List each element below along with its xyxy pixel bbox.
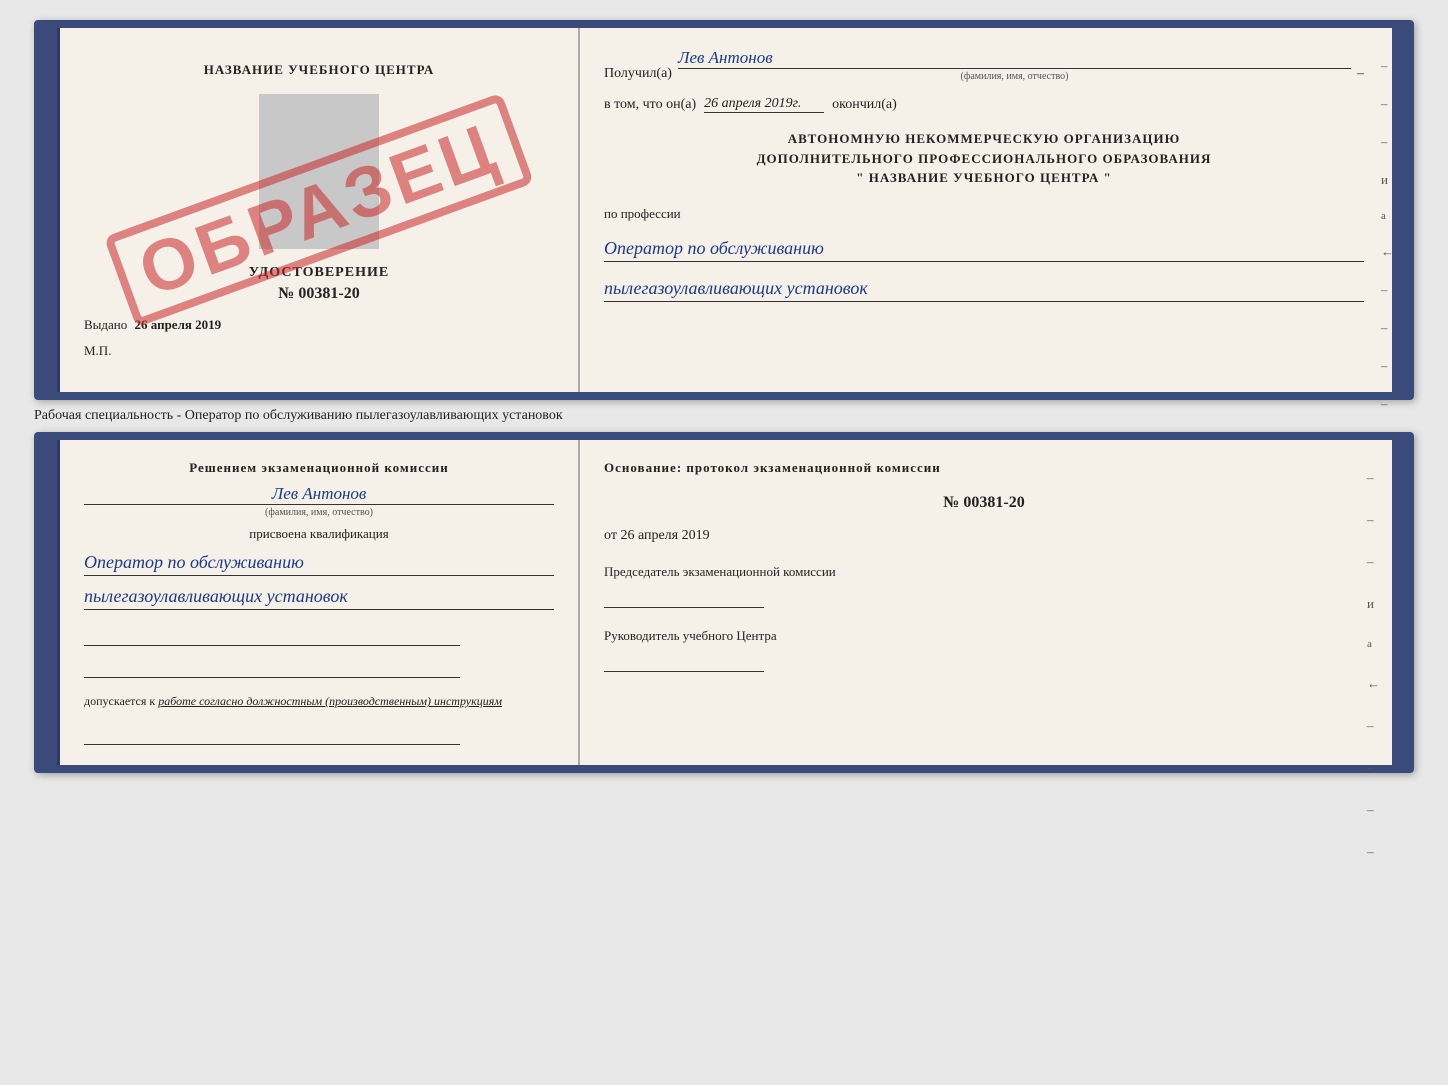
dash-after-name: – bbox=[1357, 66, 1364, 82]
dopuskaetsya-block: допускается к работе согласно должностны… bbox=[84, 694, 554, 709]
bottom-spine-left bbox=[42, 440, 60, 765]
udostoverenie-block: УДОСТОВЕРЕНИЕ № 00381-20 bbox=[249, 265, 389, 303]
predsedatel-label: Председатель экзаменационной комиссии bbox=[604, 564, 1364, 580]
bottom-right-dashes: – – – и а ← – – – – bbox=[1367, 470, 1380, 860]
bottom-fio-hint: (фамилия, имя, отчество) bbox=[265, 507, 373, 518]
rukovoditel-signature bbox=[604, 652, 764, 672]
bottom-left-page: Решением экзаменационной комиссии Лев Ан… bbox=[60, 440, 580, 765]
right-dashes: – – – и а ← – – – – bbox=[1381, 58, 1394, 412]
bottom-certificate: Решением экзаменационной комиссии Лев Ан… bbox=[34, 432, 1414, 773]
poluchil-label: Получил(а) bbox=[604, 66, 672, 82]
fio-hint-top: (фамилия, имя, отчество) bbox=[678, 71, 1351, 82]
rukovoditel-block: Руководитель учебного Центра bbox=[604, 628, 1364, 672]
dopuskaetsya-label: допускается к bbox=[84, 694, 155, 708]
vydano-line: Выдано 26 апреля 2019 bbox=[84, 317, 554, 333]
photo-placeholder bbox=[259, 94, 379, 249]
poluchil-name: Лев Антонов bbox=[678, 48, 1351, 69]
org-block: АВТОНОМНУЮ НЕКОММЕРЧЕСКУЮ ОРГАНИЗАЦИЮ ДО… bbox=[604, 129, 1364, 188]
vydano-date: 26 апреля 2019 bbox=[135, 317, 222, 332]
professiya-line2: пылегазоулавливающих установок bbox=[604, 276, 1364, 302]
poluchil-row: Получил(а) Лев Антонов (фамилия, имя, от… bbox=[604, 48, 1364, 82]
cert-left-page: НАЗВАНИЕ УЧЕБНОГО ЦЕНТРА УДОСТОВЕРЕНИЕ №… bbox=[60, 28, 580, 392]
document-wrapper: НАЗВАНИЕ УЧЕБНОГО ЦЕНТРА УДОСТОВЕРЕНИЕ №… bbox=[34, 20, 1414, 773]
cert-right-page: Получил(а) Лев Антонов (фамилия, имя, от… bbox=[580, 28, 1392, 392]
signature-line-2 bbox=[84, 658, 460, 678]
predsedatel-signature bbox=[604, 588, 764, 608]
mp-line: М.П. bbox=[84, 343, 554, 359]
bottom-name: Лев Антонов bbox=[84, 484, 554, 505]
protocol-date-prefix: от bbox=[604, 528, 617, 543]
protocol-date-value: 26 апреля 2019 bbox=[620, 528, 709, 543]
predsedatel-block: Председатель экзаменационной комиссии bbox=[604, 564, 1364, 608]
professiya-line1: Оператор по обслуживанию bbox=[604, 236, 1364, 262]
protocol-number: № 00381-20 bbox=[604, 494, 1364, 512]
working-specialty: Рабочая специальность - Оператор по обсл… bbox=[34, 408, 1414, 424]
top-certificate: НАЗВАНИЕ УЧЕБНОГО ЦЕНТРА УДОСТОВЕРЕНИЕ №… bbox=[34, 20, 1414, 400]
book-spine-right bbox=[1392, 28, 1406, 392]
signature-line-1 bbox=[84, 626, 460, 646]
signature-line-3 bbox=[84, 725, 460, 745]
okonchil-label: окончил(а) bbox=[832, 97, 897, 113]
vtom-date: 26 апреля 2019г. bbox=[704, 96, 824, 113]
vtom-row: в том, что он(а) 26 апреля 2019г. окончи… bbox=[604, 96, 1364, 113]
cert-center-title: НАЗВАНИЕ УЧЕБНОГО ЦЕНТРА bbox=[204, 62, 435, 78]
vydano-label: Выдано bbox=[84, 317, 127, 332]
org-line1: АВТОНОМНУЮ НЕКОММЕРЧЕСКУЮ ОРГАНИЗАЦИЮ bbox=[604, 129, 1364, 149]
vtom-label: в том, что он(а) bbox=[604, 97, 696, 113]
bottom-spine-right bbox=[1392, 440, 1406, 765]
protocol-date: от 26 апреля 2019 bbox=[604, 528, 1364, 544]
resheniem-text: Решением экзаменационной комиссии bbox=[84, 460, 554, 476]
qual-line1: Оператор по обслуживанию bbox=[84, 550, 554, 576]
udostoverenie-number: № 00381-20 bbox=[249, 285, 389, 303]
dopuskaetsya-value: работе согласно должностным (производств… bbox=[158, 694, 502, 708]
qual-line2: пылегазоулавливающих установок bbox=[84, 584, 554, 610]
org-line2: ДОПОЛНИТЕЛЬНОГО ПРОФЕССИОНАЛЬНОГО ОБРАЗО… bbox=[604, 149, 1364, 169]
bottom-right-page: Основание: протокол экзаменационной коми… bbox=[580, 440, 1392, 765]
udostoverenie-title: УДОСТОВЕРЕНИЕ bbox=[249, 265, 389, 281]
osnovaniye-block: Основание: протокол экзаменационной коми… bbox=[604, 460, 1364, 476]
org-line3: " НАЗВАНИЕ УЧЕБНОГО ЦЕНТРА " bbox=[604, 168, 1364, 188]
professiya-label: по профессии bbox=[604, 206, 1364, 222]
book-spine-left bbox=[42, 28, 60, 392]
bottom-name-block: Лев Антонов (фамилия, имя, отчество) bbox=[84, 484, 554, 518]
rukovoditel-label: Руководитель учебного Центра bbox=[604, 628, 1364, 644]
prisvoena-text: присвоена квалификация bbox=[84, 526, 554, 542]
